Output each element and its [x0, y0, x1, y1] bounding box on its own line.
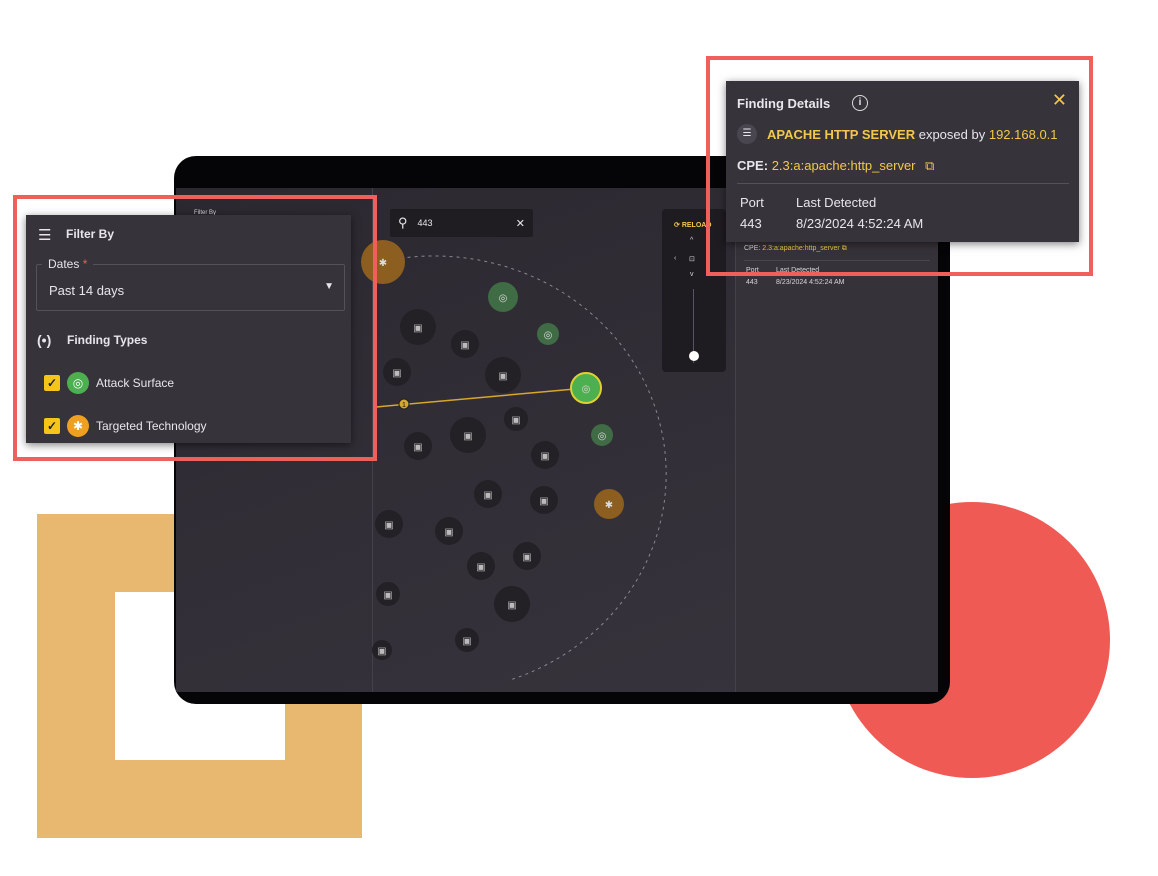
device-icon: ▣ [462, 636, 471, 647]
bug-icon: ✱ [605, 500, 613, 511]
device-icon: ▣ [522, 552, 531, 563]
detected-value: 8/23/2024 4:52:24 AM [776, 279, 845, 286]
filter-sliders-icon: ☰ [38, 227, 52, 244]
close-icon[interactable]: ✕ [1052, 90, 1067, 111]
server-icon: ☰ [737, 124, 757, 144]
dates-value: Past 14 days [49, 283, 125, 298]
device-icon: ▣ [540, 451, 549, 462]
checkbox-checked-icon: ✓ [44, 418, 60, 434]
cpe-link[interactable]: 2.3:a:apache:http_server [772, 158, 916, 173]
fingerprint-icon: ◎ [598, 431, 607, 442]
center-icon[interactable]: ⊡ [689, 255, 695, 263]
finding-types-title: Finding Types [67, 333, 148, 347]
finding-details-panel: Finding Details i ✕ ☰ APACHE HTTP SERVER… [726, 81, 1079, 242]
search-icon: ⚲ [398, 215, 408, 230]
device-icon: ▣ [483, 490, 492, 501]
detected-header: Last Detected [796, 195, 877, 210]
technology-name: APACHE HTTP SERVER [767, 127, 916, 142]
type-label: Targeted Technology [96, 419, 207, 433]
device-icon: ▣ [444, 527, 453, 538]
reload-icon: ⟳ [674, 222, 680, 229]
bug-icon: ✱ [379, 258, 387, 269]
filter-title: Filter By [66, 227, 115, 241]
attack-surface-checkbox[interactable]: ✓ ◎ Attack Surface [44, 372, 174, 394]
device-icon: ▣ [463, 431, 472, 442]
ip-address: 192.168.0.1 [988, 127, 1058, 142]
fingerprint-icon: ◎ [499, 293, 508, 304]
device-icon: ▣ [392, 368, 401, 379]
chevron-down-icon: ▼ [324, 281, 334, 292]
detected-value: 8/23/2024 4:52:24 AM [796, 216, 924, 231]
filter-panel: ☰ Filter By Past 14 days ▼ Dates * (•) F… [26, 215, 351, 443]
port-value: 443 [740, 216, 762, 231]
dates-label: Dates * [42, 257, 94, 271]
device-icon: ▣ [507, 600, 516, 611]
fingerprint-icon: ◎ [67, 372, 89, 394]
device-icon: ▣ [413, 323, 422, 334]
checkbox-checked-icon: ✓ [44, 375, 60, 391]
broadcast-icon: (•) [37, 332, 52, 348]
device-icon: ▣ [460, 340, 469, 351]
zoom-slider-thumb[interactable] [689, 350, 699, 361]
device-icon: ▣ [377, 646, 386, 657]
device-icon: ▣ [413, 442, 422, 453]
fingerprint-icon: ◎ [582, 384, 591, 395]
edge-badge-count: 1 [402, 402, 406, 409]
device-icon: ▣ [476, 562, 485, 573]
port-value: 443 [746, 279, 758, 286]
dates-select[interactable]: Past 14 days ▼ [36, 264, 345, 311]
fingerprint-icon: ◎ [544, 330, 553, 341]
bug-icon: ✱ [67, 415, 89, 437]
device-icon: ▣ [498, 371, 507, 382]
divider [737, 183, 1069, 184]
port-header: Port [740, 195, 764, 210]
pan-left-icon[interactable]: ‹ [674, 255, 676, 262]
search-value: 443 [417, 218, 433, 228]
targeted-technology-checkbox[interactable]: ✓ ✱ Targeted Technology [44, 415, 207, 437]
info-icon[interactable]: i [852, 95, 868, 111]
device-icon: ▣ [511, 415, 520, 426]
pan-down-icon[interactable]: v [690, 271, 694, 278]
search-input[interactable]: ⚲ 443 ✕ [390, 209, 533, 237]
pan-up-icon[interactable]: ^ [690, 237, 693, 244]
type-label: Attack Surface [96, 376, 175, 390]
external-link-icon[interactable]: ⧉ [925, 158, 934, 173]
device-icon: ▣ [383, 590, 392, 601]
device-icon: ▣ [384, 520, 393, 531]
exposed-by-text: exposed by [918, 127, 986, 142]
device-icon: ▣ [539, 496, 548, 507]
cpe-label: CPE: [737, 158, 769, 173]
clear-search-icon[interactable]: ✕ [516, 217, 525, 230]
details-title: Finding Details [737, 96, 831, 111]
